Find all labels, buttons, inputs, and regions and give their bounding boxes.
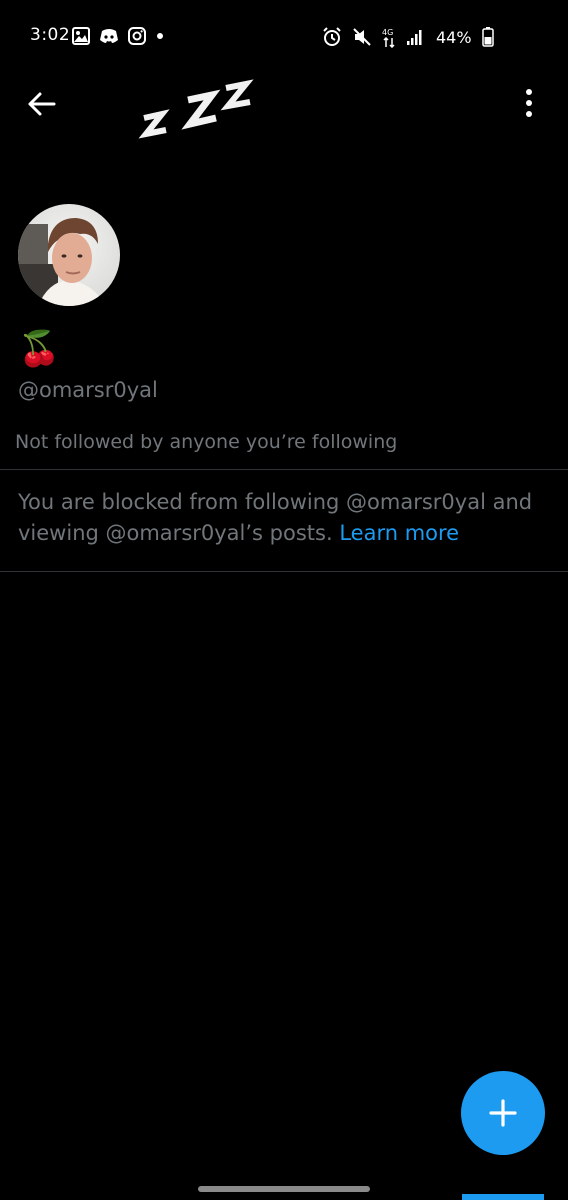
blocked-notice: You are blocked from following @omarsr0y… [18, 487, 558, 549]
profile-handle: @omarsr0yal [18, 378, 158, 402]
avatar-photo [18, 204, 120, 306]
signal-icon [406, 28, 424, 46]
plus-icon [489, 1099, 517, 1127]
vertical-dots-icon [526, 89, 532, 117]
alarm-icon [322, 27, 342, 47]
divider [0, 469, 568, 470]
top-nav [0, 62, 568, 152]
divider [0, 571, 568, 572]
header-sleep-zzz-image [138, 79, 254, 139]
arrow-left-icon [28, 92, 56, 116]
mute-icon [352, 27, 372, 47]
display-name: 🍒 [18, 329, 61, 369]
status-left-icons [72, 27, 165, 45]
instagram-icon [128, 27, 146, 45]
bottom-tab-edge [462, 1194, 544, 1200]
more-options-button[interactable] [512, 86, 546, 122]
learn-more-link[interactable]: Learn more [339, 521, 459, 545]
gallery-icon [72, 27, 90, 45]
status-right-icons: 4G 44% [322, 26, 494, 48]
home-indicator[interactable] [198, 1186, 370, 1192]
battery-icon [481, 27, 494, 47]
discord-icon [99, 28, 119, 44]
profile-avatar[interactable] [18, 204, 120, 306]
status-time: 3:02 [30, 25, 71, 45]
status-bar: 3:02 4G 44% [0, 0, 568, 62]
svg-text:4G: 4G [382, 28, 393, 37]
battery-percent: 44% [436, 27, 472, 47]
data-transfer-icon: 4G [382, 26, 396, 48]
followers-you-know-note: Not followed by anyone you’re following [15, 431, 398, 453]
notification-dot-icon [155, 31, 165, 41]
compose-post-button[interactable] [461, 1071, 545, 1155]
back-button[interactable] [24, 86, 60, 122]
